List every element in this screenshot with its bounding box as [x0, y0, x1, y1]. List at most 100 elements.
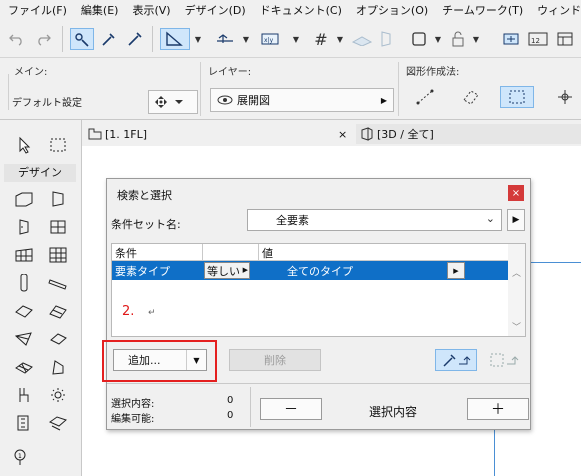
pick-up-parameters-icon[interactable] — [70, 28, 94, 50]
lamp-tool-icon[interactable] — [46, 384, 70, 406]
grid-menu-dropdown-icon[interactable]: ▼ — [334, 28, 346, 50]
selection-count-value: 0 — [227, 395, 234, 406]
eye-icon — [217, 95, 233, 105]
morph-tool-icon[interactable] — [46, 328, 70, 350]
section-marker-icon[interactable]: 1 — [8, 446, 32, 468]
criteria-set-menu-button[interactable]: ▶ — [507, 209, 525, 231]
ruler-icon[interactable] — [160, 28, 190, 50]
menu-window[interactable]: ウィンドウ(W) — [537, 2, 581, 18]
scale-icon[interactable]: 12 — [526, 28, 550, 50]
door-icon[interactable] — [376, 28, 396, 50]
menu-edit[interactable]: 編集(E) — [81, 2, 119, 18]
toolbox: デザイン 1 — [0, 120, 82, 476]
wall-tool-icon[interactable] — [12, 188, 36, 210]
menu-options[interactable]: オプション(O) — [356, 2, 428, 18]
find-select-dialog: 検索と選択 × 条件セット名: 全要素 ⌄ ▶ 条件 値 要素タイプ 等しい ▶… — [102, 178, 531, 430]
shell-tool-icon[interactable] — [12, 328, 36, 350]
grid-snap-icon[interactable] — [212, 28, 238, 50]
criteria-set-value: 全要素 — [276, 214, 309, 227]
table-scrollbar[interactable]: ︿ ﹀ — [508, 244, 525, 336]
layer-view-icon[interactable] — [350, 28, 374, 50]
scroll-up-icon[interactable]: ︿ — [512, 266, 521, 279]
criteria-set-select[interactable]: 全要素 ⌄ — [247, 209, 502, 231]
slab-tool-icon[interactable] — [12, 300, 36, 322]
svg-text:1: 1 — [18, 453, 22, 460]
rotated-rectangle-method-icon[interactable] — [458, 86, 484, 108]
menu-design[interactable]: デザイン(D) — [185, 2, 246, 18]
stair-chair-tool-icon[interactable] — [12, 384, 36, 406]
railing-tool-icon[interactable] — [46, 412, 70, 434]
syringe-icon[interactable] — [124, 28, 146, 50]
main-value: デフォルト設定 — [12, 98, 82, 109]
menu-view[interactable]: 表示(V) — [132, 2, 170, 18]
redo-icon[interactable] — [32, 28, 54, 50]
mesh-tool-icon[interactable] — [12, 356, 36, 378]
row-criterion: 要素タイプ — [115, 265, 170, 278]
add-button[interactable]: 追加... ▼ — [113, 349, 207, 371]
coordinate-dropdown-icon[interactable]: ▼ — [290, 28, 302, 50]
menu-file[interactable]: ファイル(F) — [8, 2, 67, 18]
window-tool-icon[interactable] — [12, 216, 36, 238]
document-tool-icon[interactable] — [12, 412, 36, 434]
coordinate-icon[interactable]: x|y — [258, 28, 288, 50]
table-row[interactable]: 要素タイプ 等しい ▶ 全てのタイプ ▶ — [112, 261, 509, 280]
zone-tool-icon[interactable] — [46, 356, 70, 378]
tab-floor-plan-label: [1. 1FL] — [105, 127, 148, 141]
return-mark-icon: ↵ — [148, 308, 156, 318]
geometry-method-label: 図形作成法: — [406, 67, 460, 78]
tab-floor-plan[interactable]: [1. 1FL] — [88, 124, 147, 144]
center-method-icon[interactable] — [552, 86, 578, 108]
annotation-number: 2. — [122, 304, 135, 319]
arrow-tool-icon[interactable] — [12, 134, 36, 156]
deselect-button[interactable]: － — [260, 398, 322, 420]
rectangle-method-icon[interactable] — [500, 86, 534, 108]
row-operator-select[interactable]: 等しい ▶ — [204, 262, 250, 279]
layer-label: レイヤー: — [208, 67, 252, 78]
add-dropdown-icon[interactable]: ▼ — [186, 350, 206, 370]
grid-icon[interactable]: # — [310, 28, 332, 50]
frame-icon[interactable] — [408, 28, 430, 50]
toolbox-design-title[interactable]: デザイン — [4, 164, 76, 182]
operator-arrow-icon: ▶ — [242, 266, 248, 274]
door-tool-icon[interactable] — [46, 188, 70, 210]
roof-tool-icon[interactable] — [46, 300, 70, 322]
move-arrows-icon — [155, 96, 183, 108]
single-line-method-icon[interactable] — [412, 86, 438, 108]
menu-document[interactable]: ドキュメント(C) — [260, 2, 342, 18]
undo-icon[interactable] — [6, 28, 28, 50]
pick-criteria-button[interactable] — [435, 349, 477, 371]
select-button[interactable]: ＋ — [467, 398, 529, 420]
tab-3d[interactable]: [3D / 全て] — [356, 124, 581, 144]
layer-select[interactable]: 展開図 ▶ — [210, 88, 394, 112]
layer-value: 展開図 — [237, 94, 270, 107]
lock-dropdown-icon[interactable]: ▼ — [470, 28, 482, 50]
grid-element-tool-icon[interactable] — [46, 244, 70, 266]
scroll-down-icon[interactable]: ﹀ — [512, 320, 521, 333]
trace-icon[interactable] — [500, 28, 524, 50]
ruler-dropdown-icon[interactable]: ▼ — [192, 28, 204, 50]
beam-tool-icon[interactable] — [46, 272, 70, 294]
archicad-window: ファイル(F) 編集(E) 表示(V) デザイン(D) ドキュメント(C) オプ… — [0, 0, 581, 476]
menu-teamwork[interactable]: チームワーク(T) — [442, 2, 523, 18]
selection-count-label: 選択内容: — [111, 399, 155, 410]
delete-button[interactable]: 削除 — [229, 349, 321, 371]
close-icon[interactable]: × — [508, 185, 524, 201]
marquee-criteria-button[interactable] — [483, 349, 525, 371]
elevation-control[interactable] — [148, 90, 198, 114]
table-header: 条件 値 — [112, 244, 509, 261]
object-tool-icon[interactable] — [46, 216, 70, 238]
editable-count-value: 0 — [227, 410, 234, 421]
grid-dropdown-icon[interactable]: ▼ — [240, 28, 252, 50]
row-value-menu-button[interactable]: ▶ — [447, 262, 465, 279]
tab-close-icon[interactable]: × — [338, 124, 347, 144]
marquee-tool-icon[interactable] — [46, 134, 70, 156]
frame-dropdown-icon[interactable]: ▼ — [432, 28, 444, 50]
curtain-wall-tool-icon[interactable] — [12, 244, 36, 266]
lock-icon[interactable] — [448, 28, 468, 50]
eyedropper-icon[interactable] — [98, 28, 120, 50]
svg-text:x|y: x|y — [264, 37, 274, 44]
svg-text:12: 12 — [531, 37, 540, 45]
column-tool-icon[interactable] — [12, 272, 36, 294]
row-operator: 等しい — [207, 264, 240, 278]
layout-icon[interactable] — [554, 28, 576, 50]
